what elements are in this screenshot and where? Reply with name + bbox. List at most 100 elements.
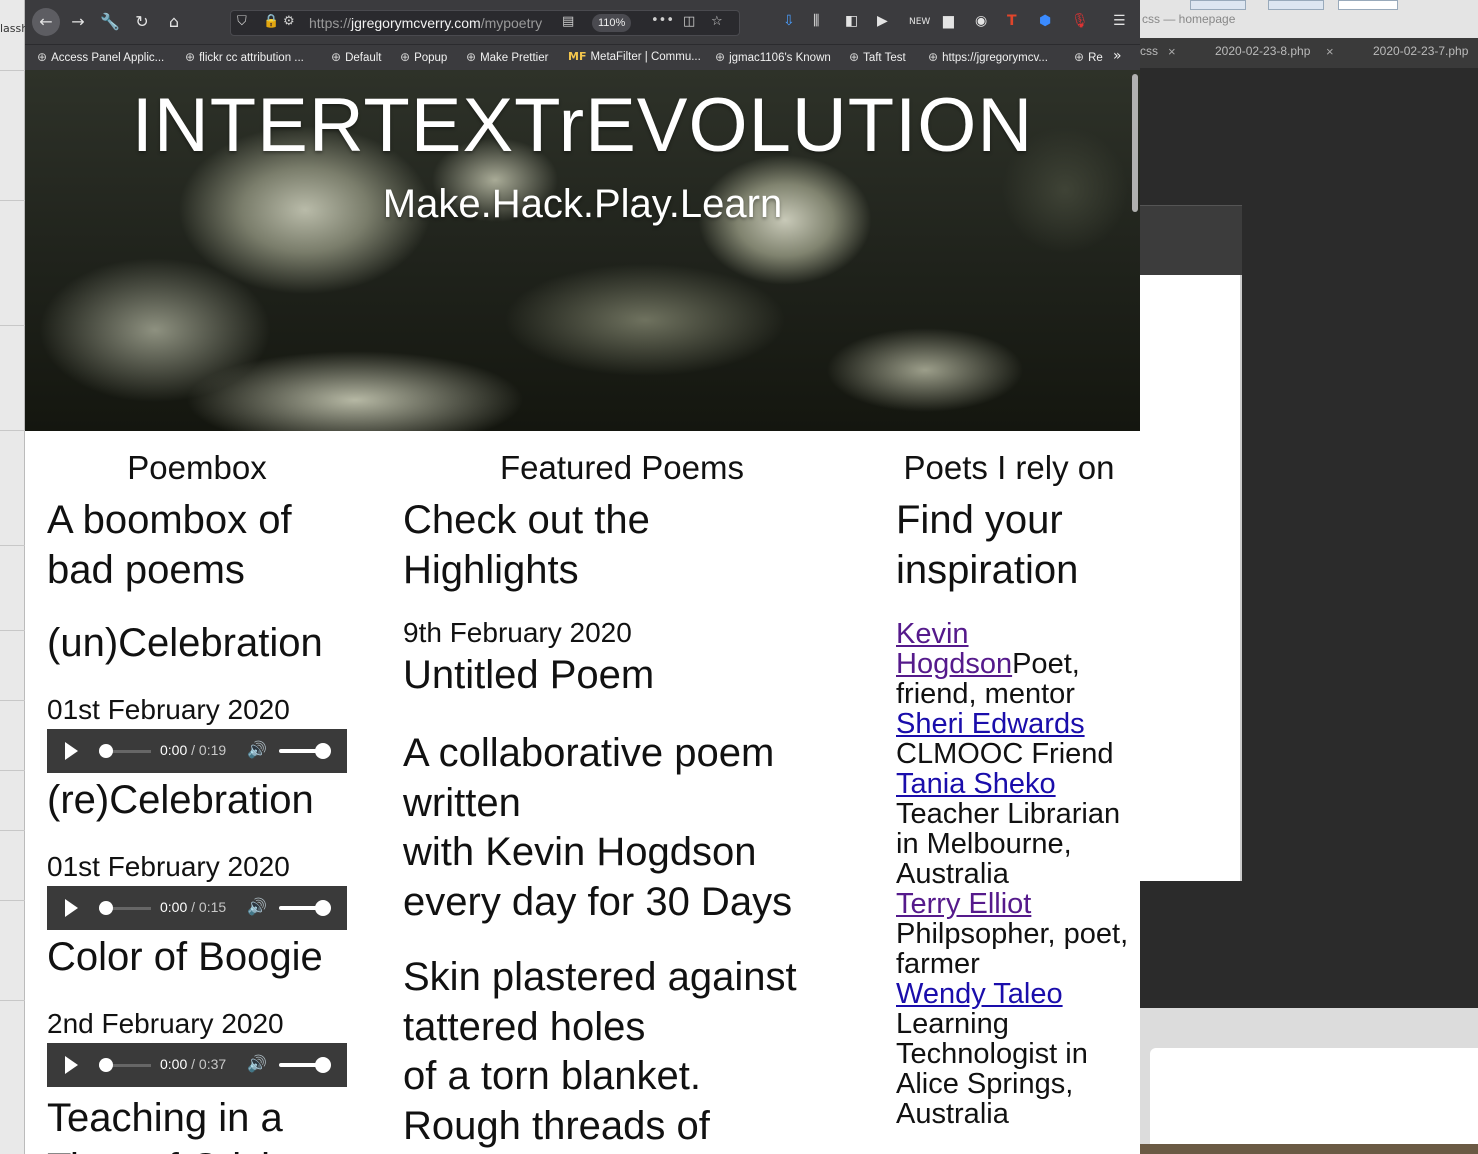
volume-handle[interactable] xyxy=(315,1057,331,1073)
poet-description: Philpsopher, poet, farmer xyxy=(896,918,1129,980)
poem-title[interactable]: Color of Boogie xyxy=(47,935,323,980)
seek-handle[interactable] xyxy=(99,744,113,758)
poet-link[interactable]: Sheri Edwards xyxy=(896,708,1085,740)
forward-arrow-icon[interactable]: → xyxy=(67,11,89,33)
globe-icon: ⊕ xyxy=(331,50,342,64)
play-icon[interactable] xyxy=(65,742,78,760)
bookmark-item[interactable]: ⊕ Access Panel Applic... xyxy=(37,50,164,64)
audio-time: 0:00 / 0:37 xyxy=(160,1056,227,1072)
volume-handle[interactable] xyxy=(315,743,331,759)
featured-subheading: Check out the Highlights xyxy=(403,498,650,592)
poem-line: of a torn blanket. xyxy=(403,1054,701,1098)
poem-line: every day for 30 Days xyxy=(403,879,793,924)
page-actions-icon[interactable]: ••• xyxy=(651,13,674,28)
poet-description: Learning Technologist in Alice Springs, … xyxy=(896,1008,1088,1130)
volume-handle[interactable] xyxy=(315,900,331,916)
account-icon[interactable]: ◉ xyxy=(975,13,987,29)
poem-title[interactable]: (re)Celebration xyxy=(47,778,314,823)
poem-line: Rough threads of xyxy=(403,1103,710,1148)
download-icon[interactable]: ⇩ xyxy=(783,13,795,29)
pocket-icon[interactable]: ◫ xyxy=(683,14,695,29)
hero-banner: INTERTEXTrEVOLUTION Make.Hack.Play.Learn xyxy=(25,70,1140,431)
microphone-icon[interactable]: 🎙 xyxy=(1071,13,1089,29)
volume-icon[interactable]: 🔊 xyxy=(247,897,267,916)
home-icon[interactable]: ⌂ xyxy=(163,11,185,33)
background-window-text: lassh xyxy=(0,22,29,35)
poet-link[interactable]: Wendy Taleo xyxy=(896,978,1063,1010)
close-icon[interactable]: × xyxy=(1326,44,1334,59)
sidebar-icon[interactable]: ◧ xyxy=(845,13,858,29)
poem-line: A collaborative poem written xyxy=(403,731,775,825)
metafilter-icon: MF xyxy=(568,50,587,63)
new-extension-icon[interactable]: NEW xyxy=(909,17,930,27)
poet-link[interactable]: Tania Sheko xyxy=(896,768,1056,800)
bookmark-item[interactable]: ⊕ https://jgregorymcv... xyxy=(928,50,1048,64)
url-bar[interactable]: ⛉ 🔒 ⚙ https://jgregorymcverry.com/mypoet… xyxy=(230,10,740,36)
editor-tab[interactable]: 2020-02-23-8.php xyxy=(1215,38,1310,68)
poem-date: 01st February 2020 xyxy=(47,851,290,882)
library-icon[interactable]: ⫼ xyxy=(813,13,819,29)
site-title: INTERTEXTrEVOLUTION xyxy=(131,83,1034,168)
url-text[interactable]: https://jgregorymcverry.com/mypoetry xyxy=(309,15,542,31)
editor-tab[interactable]: css xyxy=(1140,38,1158,68)
back-arrow-icon[interactable]: ← xyxy=(32,8,60,36)
poet-link[interactable]: Terry Elliot xyxy=(896,888,1031,920)
wrench-icon[interactable]: 🔧 xyxy=(99,11,121,33)
bookmark-item[interactable]: ⊕ Popup xyxy=(400,50,447,64)
globe-icon: ⊕ xyxy=(1074,50,1085,64)
bookmarks-bar: ⊕ Access Panel Applic... ⊕ flickr cc attri… xyxy=(25,44,1140,70)
zoom-indicator[interactable]: 110% xyxy=(592,14,632,32)
volume-icon[interactable]: 🔊 xyxy=(247,740,267,759)
bookmark-item[interactable]: ⊕ Taft Test xyxy=(849,50,906,64)
document-icon[interactable]: ▆ xyxy=(943,13,954,29)
bookmark-item[interactable]: ⊕ Re xyxy=(1074,50,1103,64)
browser-window: ← → 🔧 ↻ ⌂ ⛉ 🔒 ⚙ https://jgregorymcverry.… xyxy=(25,0,1140,1154)
play-icon[interactable] xyxy=(65,899,78,917)
poem-title[interactable]: Teaching in a Time of Crisis xyxy=(47,1093,347,1154)
reload-icon[interactable]: ↻ xyxy=(131,11,153,33)
audio-time: 0:00 / 0:15 xyxy=(160,899,227,915)
shield-icon[interactable]: ⛉ xyxy=(237,14,247,29)
audio-player[interactable]: 0:00 / 0:37 🔊 xyxy=(47,1043,347,1087)
bookmark-item[interactable]: ⊕ Default xyxy=(331,50,382,64)
seek-handle[interactable] xyxy=(99,1058,113,1072)
bookmark-item[interactable]: ⊕ jgmac1106's Known xyxy=(715,50,831,64)
bookmark-star-icon[interactable]: ☆ xyxy=(711,14,723,29)
play-icon[interactable] xyxy=(65,1056,78,1074)
poembox-heading: Poembox xyxy=(127,449,267,486)
lock-icon[interactable]: 🔒 xyxy=(263,14,279,29)
bookmark-item[interactable]: ⊕ flickr cc attribution ... xyxy=(185,50,304,64)
extension-icon[interactable]: ▶ xyxy=(877,13,888,29)
browser-toolbar: ← → 🔧 ↻ ⌂ ⛉ 🔒 ⚙ https://jgregorymcverry.… xyxy=(25,0,1140,44)
tag-extension-icon[interactable]: T xyxy=(1007,13,1017,29)
audio-time: 0:00 / 0:19 xyxy=(160,742,227,758)
poet-description: Teacher Librarian in Melbourne, Australi… xyxy=(896,798,1121,890)
poembox-subheading: A boombox of bad poems xyxy=(47,498,292,592)
poem-title[interactable]: (un)Celebration xyxy=(47,621,323,666)
bookmark-item[interactable]: ⊕ Make Prettier xyxy=(466,50,548,64)
privacy-extension-icon[interactable]: ⬢ xyxy=(1039,13,1051,29)
background-window-left: lassh xyxy=(0,0,29,1154)
close-icon[interactable]: × xyxy=(1168,44,1176,59)
seek-handle[interactable] xyxy=(99,901,113,915)
audio-player[interactable]: 0:00 / 0:15 🔊 xyxy=(47,886,347,930)
globe-icon: ⊕ xyxy=(466,50,477,64)
editor-window-title: css — homepage xyxy=(1142,12,1236,26)
globe-icon: ⊕ xyxy=(928,50,939,64)
editor-tab[interactable]: 2020-02-23-7.php xyxy=(1373,38,1468,68)
menu-icon[interactable]: ☰ xyxy=(1113,13,1126,29)
globe-icon: ⊕ xyxy=(715,50,726,64)
reader-view-icon[interactable]: ▤ xyxy=(562,14,574,29)
globe-icon: ⊕ xyxy=(185,50,196,64)
permissions-icon[interactable]: ⚙ xyxy=(283,14,295,29)
globe-icon: ⊕ xyxy=(400,50,411,64)
poem-title[interactable]: Untitled Poem xyxy=(403,653,654,698)
poem-line: Skin plastered against xyxy=(403,955,797,999)
bookmark-item[interactable]: MF MetaFilter | Commu... xyxy=(568,50,701,63)
chevron-right-icon[interactable]: » xyxy=(1113,48,1122,64)
poet-link[interactable]: Kevin Hogdson xyxy=(896,618,1012,680)
poet-description: CLMOOC Friend xyxy=(896,738,1114,770)
featured-heading: Featured Poems xyxy=(500,449,744,486)
audio-player[interactable]: 0:00 / 0:19 🔊 xyxy=(47,729,347,773)
volume-icon[interactable]: 🔊 xyxy=(247,1054,267,1073)
